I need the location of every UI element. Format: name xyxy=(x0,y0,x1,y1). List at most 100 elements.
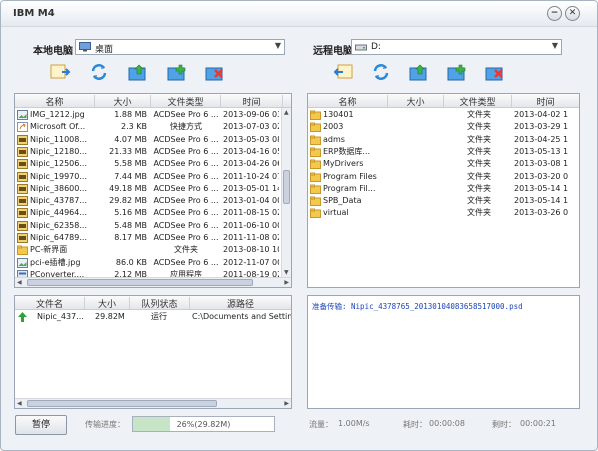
queue-col-name[interactable]: 文件名 xyxy=(15,297,85,310)
log-text: 准备传输: Nipic_4378765_20130104083658517000… xyxy=(312,302,523,311)
remote-file-row[interactable]: 130401 文件夹 2013-04-02 1 xyxy=(308,109,579,121)
scroll-right-icon[interactable]: ▶ xyxy=(284,400,289,407)
up-folder-icon[interactable] xyxy=(408,62,430,82)
folder-icon xyxy=(17,245,28,256)
desktop-icon xyxy=(79,42,91,52)
elapsed-label: 耗时： xyxy=(403,420,427,429)
local-horizontal-scrollbar[interactable]: ◀ ▶ xyxy=(15,277,291,287)
local-file-row[interactable]: Nipic_43787... 29.82 MB ACDSee Pro 6 ... 20… xyxy=(15,195,291,207)
remote-col-type[interactable]: 文件类型 xyxy=(444,95,512,108)
remote-file-row[interactable]: Program Fil... 文件夹 2013-05-14 1 xyxy=(308,183,579,195)
local-col-type[interactable]: 文件类型 xyxy=(151,95,221,108)
local-cell-time: 2013-07-03 02. xyxy=(223,122,279,132)
local-file-row[interactable]: Nipic_64789... 8.17 MB ACDSee Pro 6 ... 201… xyxy=(15,232,291,244)
upload-icon[interactable] xyxy=(50,62,72,82)
local-cell-type: ACDSee Pro 6 ... xyxy=(153,233,219,242)
psd-file-icon xyxy=(17,220,28,231)
remote-cell-time: 2013-05-13 1 xyxy=(514,146,569,156)
remote-cell-type: 文件夹 xyxy=(467,159,491,169)
queue-hscroll-thumb[interactable] xyxy=(27,400,217,407)
local-cell-type: 文件夹 xyxy=(174,245,198,255)
local-file-row[interactable]: pci-e插槽.jpg 86.0 KB ACDSee Pro 6 ... 2012-1… xyxy=(15,257,291,269)
transfer-queue-list[interactable]: 文件名 大小 队列状态 源路径 Nipic_437... 29.82M 运行 C… xyxy=(14,295,292,409)
remote-col-time[interactable]: 时间 xyxy=(512,95,579,108)
remote-file-row[interactable]: virtual 文件夹 2013-03-26 0 xyxy=(308,207,579,219)
local-file-row[interactable]: Nipic_12506... 5.58 MB ACDSee Pro 6 ... 201… xyxy=(15,158,291,170)
queue-col-path[interactable]: 源路径 xyxy=(190,297,291,310)
remote-col-size[interactable]: 大小 xyxy=(388,95,444,108)
local-cell-time: 2013-04-16 05. xyxy=(223,146,279,156)
local-col-name[interactable]: 名称 xyxy=(15,95,95,108)
scroll-up-icon[interactable]: ▲ xyxy=(284,109,289,116)
remote-file-row[interactable]: MyDrivers 文件夹 2013-03-08 1 xyxy=(308,158,579,170)
remote-cell-time: 2013-03-29 1 xyxy=(514,122,569,132)
local-cell-time: 2013-04-26 06. xyxy=(223,159,279,169)
refresh-icon[interactable] xyxy=(88,62,110,82)
remote-cell-name: 2003 xyxy=(323,122,344,132)
remote-file-list[interactable]: 名称 大小 文件类型 时间 130401 文件夹 2013-04-02 1 2003 文… xyxy=(307,93,580,288)
up-folder-icon[interactable] xyxy=(127,62,149,82)
folder-icon xyxy=(310,122,321,133)
download-icon[interactable] xyxy=(332,62,354,82)
remote-file-row[interactable]: Program Files 文件夹 2013-03-20 0 xyxy=(308,171,579,183)
psd-file-icon xyxy=(17,196,28,207)
remote-file-row[interactable]: SPB_Data 文件夹 2013-05-14 1 xyxy=(308,195,579,207)
remote-file-row[interactable]: adms 文件夹 2013-04-25 1 xyxy=(308,134,579,146)
delete-icon[interactable] xyxy=(484,62,506,82)
local-col-size[interactable]: 大小 xyxy=(95,95,151,108)
local-vscroll-thumb[interactable] xyxy=(283,170,290,204)
remote-cell-time: 2013-03-26 0 xyxy=(514,208,569,218)
remote-file-row[interactable]: ERP数据库... 文件夹 2013-05-13 1 xyxy=(308,146,579,158)
local-cell-size: 29.82 MB xyxy=(109,196,147,206)
queue-col-status[interactable]: 队列状态 xyxy=(130,297,190,310)
local-path-combo[interactable]: 桌面 ▼ xyxy=(75,39,285,55)
local-cell-size: 49.18 MB xyxy=(109,183,147,193)
local-file-list[interactable]: 名称 大小 文件类型 时间 IMG_1212.jpg 1.88 MB ACDSee … xyxy=(14,93,292,288)
transfer-progress-bar: 26%(29.82M) xyxy=(132,416,275,432)
queue-horizontal-scrollbar[interactable]: ◀ ▶ xyxy=(15,398,291,408)
scroll-left-icon[interactable]: ◀ xyxy=(17,400,22,407)
local-file-row[interactable]: Nipic_12180... 21.33 MB ACDSee Pro 6 ... 20… xyxy=(15,146,291,158)
local-cell-name: Nipic_11008... xyxy=(30,134,87,144)
local-file-row[interactable]: PC-新界面 文件夹 2013-08-10 10. xyxy=(15,244,291,256)
local-file-row[interactable]: IMG_1212.jpg 1.88 MB ACDSee Pro 6 ... 2013-… xyxy=(15,109,291,121)
local-vertical-scrollbar[interactable]: ▲ ▼ xyxy=(281,108,291,277)
delete-icon[interactable] xyxy=(204,62,226,82)
local-list-header: 名称 大小 文件类型 时间 xyxy=(15,94,291,108)
queue-row[interactable]: Nipic_437... 29.82M 运行 C:\Documents and … xyxy=(15,311,291,323)
scroll-right-icon[interactable]: ▶ xyxy=(284,279,289,286)
local-cell-type: ACDSee Pro 6 ... xyxy=(153,110,219,119)
remote-cell-name: virtual xyxy=(323,208,349,218)
remote-path-combo[interactable]: D: ▼ xyxy=(351,39,562,55)
local-hscroll-thumb[interactable] xyxy=(27,279,253,286)
local-file-row[interactable]: Microsoft Of... 2.3 KB 快捷方式 2013-07-03 02. xyxy=(15,121,291,133)
psd-file-icon xyxy=(17,233,28,243)
close-button[interactable]: ✕ xyxy=(565,6,580,21)
pause-button[interactable]: 暂停 xyxy=(15,415,67,435)
speed-label: 流量： xyxy=(309,420,333,429)
scroll-down-icon[interactable]: ▼ xyxy=(284,269,289,276)
new-folder-icon[interactable] xyxy=(446,62,468,82)
local-file-row[interactable]: Nipic_19970... 7.44 MB ACDSee Pro 6 ... 201… xyxy=(15,171,291,183)
minimize-button[interactable]: − xyxy=(547,6,562,21)
local-cell-size: 8.17 MB xyxy=(114,233,147,242)
local-cell-type: ACDSee Pro 6 ... xyxy=(153,208,219,218)
scroll-left-icon[interactable]: ◀ xyxy=(17,279,22,286)
transfer-log-panel: 准备传输: Nipic_4378765_20130104083658517000… xyxy=(307,295,580,409)
local-col-time[interactable]: 时间 xyxy=(221,95,283,108)
local-cell-type: ACDSee Pro 6 ... xyxy=(153,196,219,206)
local-file-row[interactable]: Nipic_11008... 4.07 MB ACDSee Pro 6 ... 201… xyxy=(15,134,291,146)
local-file-row[interactable]: Nipic_62358... 5.48 MB ACDSee Pro 6 ... 201… xyxy=(15,220,291,232)
queue-col-size[interactable]: 大小 xyxy=(85,297,130,310)
local-file-row[interactable]: Nipic_38600... 49.18 MB ACDSee Pro 6 ... 20… xyxy=(15,183,291,195)
remote-file-row[interactable]: 2003 文件夹 2013-03-29 1 xyxy=(308,121,579,133)
app-window: IBM M4 − ✕ 本地电脑 桌面 ▼ 名称 大小 文件类型 时间 IMG_1… xyxy=(0,0,598,451)
queue-file-path: C:\Documents and Settings\s xyxy=(192,312,291,321)
remote-cell-name: adms xyxy=(323,134,345,144)
new-folder-icon[interactable] xyxy=(166,62,188,82)
local-cell-size: 4.07 MB xyxy=(114,134,147,144)
remote-col-name[interactable]: 名称 xyxy=(308,95,388,108)
elapsed-value: 00:00:08 xyxy=(429,419,465,428)
refresh-icon[interactable] xyxy=(370,62,392,82)
local-file-row[interactable]: Nipic_44964... 5.16 MB ACDSee Pro 6 ... 201… xyxy=(15,207,291,219)
